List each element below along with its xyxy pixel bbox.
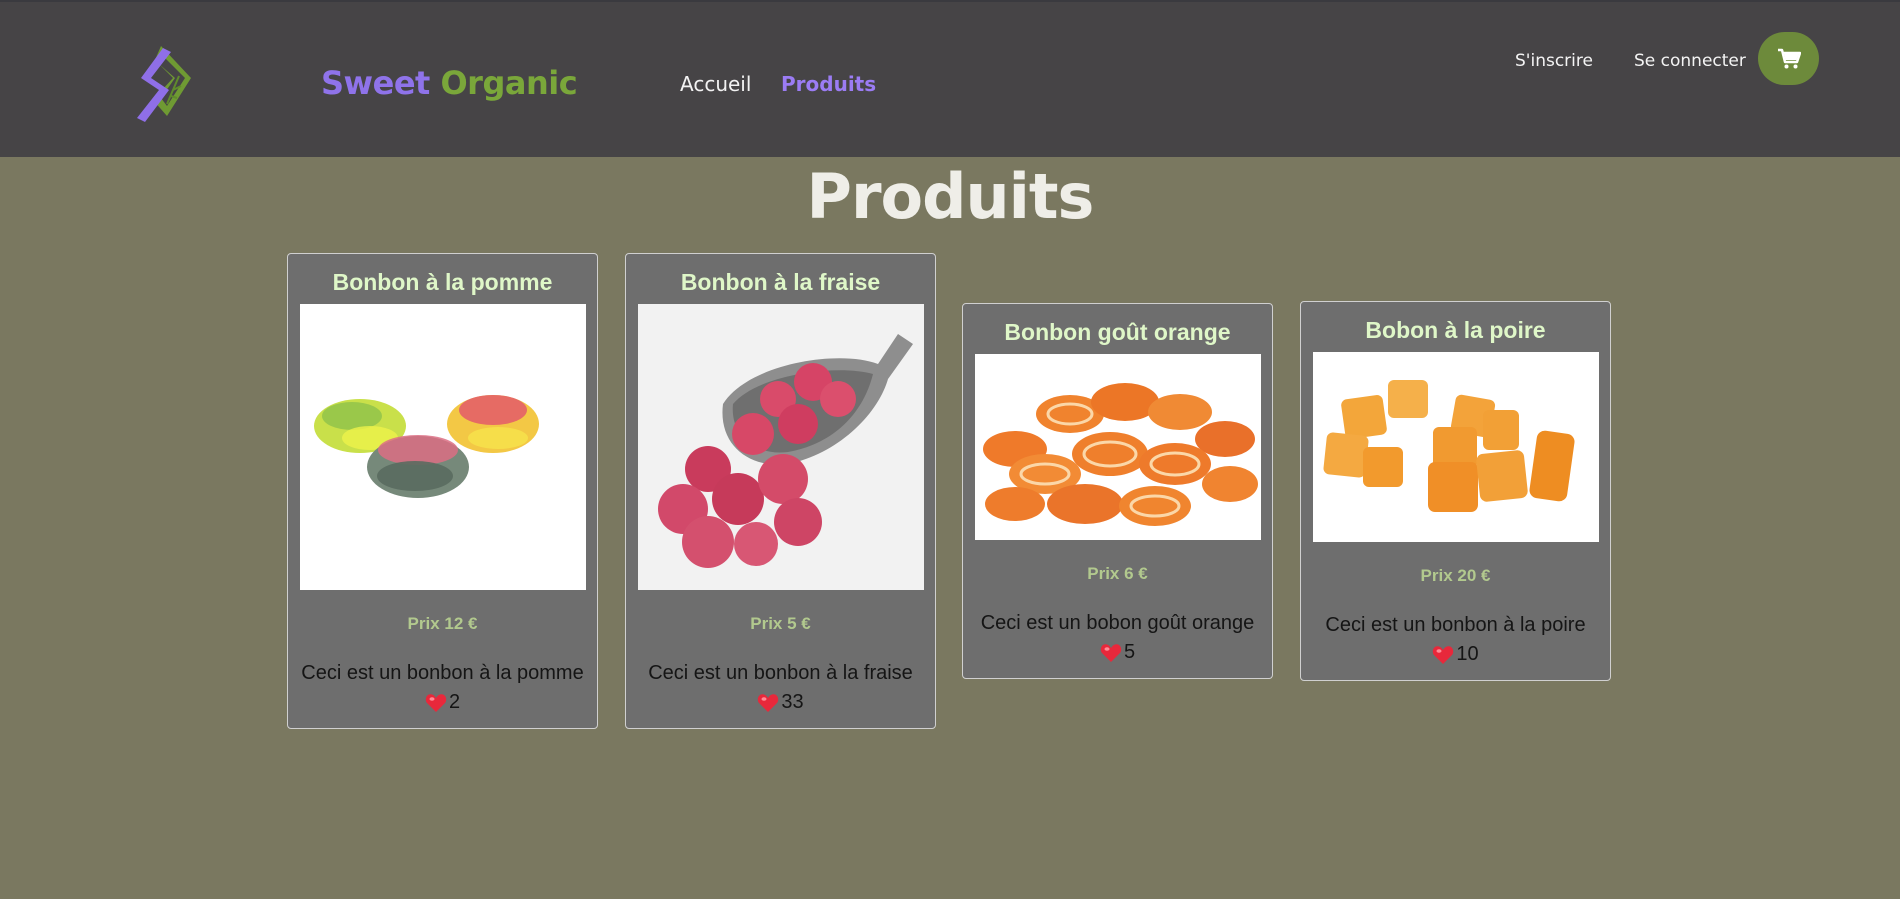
product-title: Bobon à la poire [1365, 317, 1546, 343]
product-title: Bonbon à la pomme [332, 269, 553, 295]
brand-sweet: Sweet [321, 64, 430, 102]
product-image-pear[interactable] [1312, 352, 1599, 542]
heart-icon[interactable] [425, 693, 447, 713]
nav-produits-link[interactable]: Produits [781, 72, 876, 96]
likes-count: 10 [1456, 643, 1479, 665]
heart-icon[interactable] [1100, 643, 1122, 663]
product-title: Bonbon goût orange [1004, 319, 1231, 345]
brand-organic: Organic [440, 64, 578, 102]
product-price: Prix 12 € [407, 614, 478, 633]
site-header: Sweet Organic Accueil Produits S'inscrir… [0, 0, 1900, 157]
nav-accueil-link[interactable]: Accueil [680, 72, 751, 96]
product-description: Ceci est un bonbon à la poire [1325, 614, 1586, 636]
product-card[interactable]: Bonbon à la pomme Prix 12 € Ceci est un … [287, 253, 598, 729]
page-title: Produits [806, 160, 1095, 233]
product-image-strawberry[interactable] [637, 304, 924, 590]
cart-icon [1777, 48, 1801, 68]
signup-link[interactable]: S'inscrire [1515, 51, 1593, 71]
likes-count: 5 [1123, 641, 1136, 663]
product-price: Prix 5 € [750, 614, 811, 633]
logo-icon[interactable] [133, 42, 199, 122]
product-price: Prix 20 € [1420, 566, 1491, 585]
product-likes[interactable]: 10 [1301, 643, 1610, 666]
login-link[interactable]: Se connecter [1634, 51, 1746, 71]
product-description: Ceci est un bonbon à la pomme [301, 662, 584, 684]
product-likes[interactable]: 2 [288, 691, 597, 714]
product-description: Ceci est un bobon goût orange [980, 612, 1255, 634]
product-likes[interactable]: 33 [626, 691, 935, 714]
product-description: Ceci est un bonbon à la fraise [648, 662, 913, 684]
product-title: Bonbon à la fraise [680, 269, 881, 295]
product-card[interactable]: Bobon à la poire Prix 20 € Ceci est un b… [1300, 301, 1611, 681]
heart-icon[interactable] [1432, 645, 1454, 665]
likes-count: 33 [781, 691, 804, 713]
product-likes[interactable]: 5 [963, 641, 1272, 664]
product-image-apple[interactable] [299, 304, 586, 590]
likes-count: 2 [448, 691, 461, 713]
cart-button[interactable] [1758, 32, 1819, 85]
brand-name[interactable]: Sweet Organic [321, 64, 578, 102]
product-card[interactable]: Bonbon goût orange Prix 6 € Ceci est un … [962, 303, 1273, 679]
product-card[interactable]: Bonbon à la fraise Prix 5 € Ceci est un … [625, 253, 936, 729]
product-price: Prix 6 € [1087, 564, 1148, 583]
heart-icon[interactable] [757, 693, 779, 713]
product-image-orange[interactable] [974, 354, 1261, 540]
